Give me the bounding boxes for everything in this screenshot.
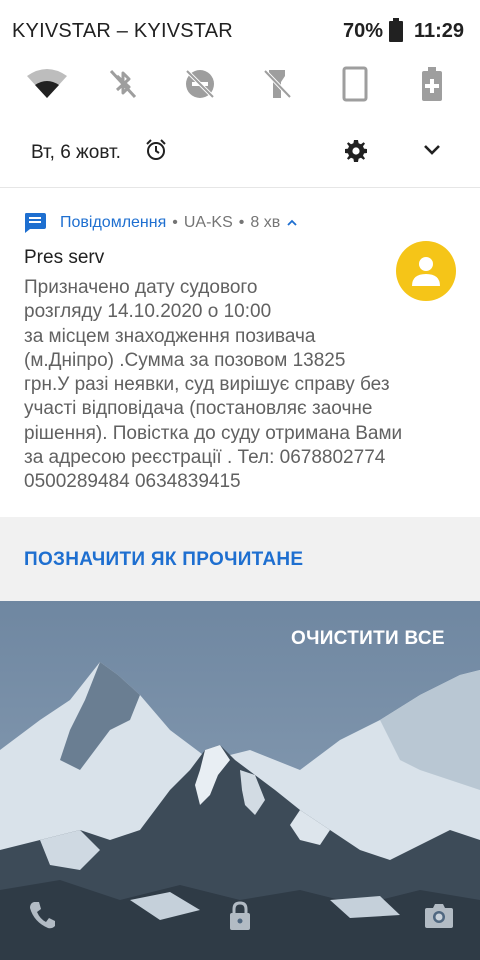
chevron-down-icon[interactable] <box>421 141 443 159</box>
person-icon <box>412 257 440 286</box>
auto-rotate-icon <box>342 66 368 102</box>
time-ago: 8 хв <box>250 214 281 231</box>
date-label[interactable]: Вт, 6 жовт. <box>31 142 121 164</box>
notification-header: Повідомлення • UA-KS • 8 хв <box>24 211 464 235</box>
separator-dot: • <box>172 214 178 231</box>
notification-actions: ПОЗНАЧИТИ ЯК ПРОЧИТАНЕ <box>0 517 480 601</box>
bluetooth-off-icon <box>109 69 137 99</box>
chevron-up-icon[interactable] <box>286 218 298 228</box>
battery-icon <box>389 18 403 42</box>
mark-as-read-button[interactable]: ПОЗНАЧИТИ ЯК ПРОЧИТАНЕ <box>24 549 303 571</box>
flashlight-tile[interactable] <box>255 62 299 106</box>
battery-saver-tile[interactable] <box>410 62 454 106</box>
quick-settings-tiles <box>0 62 480 106</box>
camera-icon[interactable] <box>423 900 455 930</box>
wifi-tile[interactable] <box>25 62 69 106</box>
lock-icon[interactable] <box>228 900 252 932</box>
messages-app-icon <box>25 213 46 233</box>
do-not-disturb-off-icon <box>185 69 215 99</box>
quick-settings-panel: KYIVSTAR – KYIVSTAR 70% 11:29 Вт, 6 жовт… <box>0 0 480 187</box>
status-bar: KYIVSTAR – KYIVSTAR 70% 11:29 <box>0 0 480 60</box>
carrier-name: KYIVSTAR – KYIVSTAR <box>12 20 233 42</box>
auto-rotate-tile[interactable] <box>333 62 377 106</box>
battery-saver-icon <box>422 67 442 101</box>
separator-dot: • <box>238 214 245 231</box>
notification-body: Призначено дату судового розгляду 14.10.… <box>24 277 403 493</box>
clear-all-button[interactable]: ОЧИСТИТИ ВСЕ <box>291 628 445 650</box>
notification-card[interactable]: Повідомлення • UA-KS • 8 хв Pres serv Пр… <box>0 187 480 517</box>
avatar <box>396 241 456 301</box>
sender-account: UA-KS <box>183 214 233 231</box>
wifi-icon <box>27 69 67 98</box>
phone-icon[interactable] <box>28 900 56 930</box>
clock: 11:29 <box>414 20 465 42</box>
flashlight-off-icon <box>263 69 292 99</box>
notification-title: Pres serv <box>24 247 105 268</box>
gear-icon[interactable] <box>344 139 368 163</box>
alarm-icon[interactable] <box>145 139 167 161</box>
app-name: Повідомлення <box>60 214 167 231</box>
do-not-disturb-tile[interactable] <box>178 62 222 106</box>
bluetooth-tile[interactable] <box>101 62 145 106</box>
date-row: Вт, 6 жовт. <box>0 130 480 174</box>
battery-percentage: 70% <box>343 20 384 42</box>
